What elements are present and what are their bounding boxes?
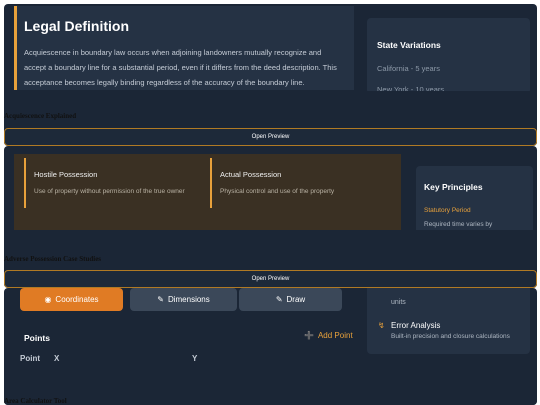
- open-preview-button[interactable]: Open Preview: [4, 128, 537, 146]
- definition-body: Acquiescence in boundary law occurs when…: [24, 48, 337, 87]
- tab-draw[interactable]: ✎ Draw: [239, 288, 342, 311]
- accent-stripe: [24, 158, 26, 208]
- tab-label: Draw: [286, 295, 306, 304]
- card-caption: Area Calculator Tool: [4, 397, 67, 405]
- element-heading: Hostile Possession: [34, 170, 98, 179]
- tab-label: Dimensions: [167, 295, 210, 304]
- open-preview-button[interactable]: Open Preview: [4, 270, 537, 288]
- key-principles-text: Required time varies by: [424, 221, 493, 228]
- preview-screenshot: ◉ Coordinates ✎ Dimensions ✎ Draw Points…: [4, 288, 537, 405]
- preview-screenshot: Legal Definition Acquiescence in boundar…: [4, 4, 537, 144]
- card-caption: Acquiescence Explained: [4, 112, 77, 120]
- tab-dimensions[interactable]: ✎ Dimensions: [130, 288, 237, 311]
- error-analysis-text: Built-in precision and closure calculati…: [391, 333, 510, 340]
- pencil-icon: ✎: [275, 295, 283, 304]
- card-overlay: [4, 374, 537, 405]
- preview-card-area-calculator: ◉ Coordinates ✎ Dimensions ✎ Draw Points…: [4, 288, 537, 405]
- points-heading: Points: [24, 333, 50, 343]
- definition-title: Legal Definition: [24, 18, 129, 34]
- card-caption: Adverse Possession Case Studies: [4, 255, 102, 263]
- preview-screenshot: Hostile Possession Use of property witho…: [4, 146, 537, 286]
- error-analysis-title: Error Analysis: [391, 321, 441, 330]
- preview-card-adverse-possession: Hostile Possession Use of property witho…: [4, 146, 537, 288]
- key-principles-title: Key Principles: [424, 182, 483, 192]
- accent-stripe: [210, 158, 212, 208]
- state-variations-panel: [367, 18, 530, 94]
- feature-units-text: units: [391, 299, 406, 306]
- plus-circle-icon: ➕: [304, 331, 314, 340]
- column-header-y: Y: [192, 354, 198, 363]
- pin-icon: ◉: [44, 295, 52, 304]
- element-heading: Actual Possession: [220, 170, 282, 179]
- accent-stripe: [14, 6, 17, 90]
- state-variations-title: State Variations: [377, 40, 441, 50]
- tab-label: Coordinates: [55, 295, 99, 304]
- add-point-label: Add Point: [317, 331, 353, 340]
- element-text: Use of property without permission of th…: [34, 188, 185, 195]
- column-header-x: X: [54, 354, 60, 363]
- tab-coordinates[interactable]: ◉ Coordinates: [20, 288, 123, 311]
- column-header-point: Point: [20, 354, 40, 363]
- key-principles-subtitle: Statutory Period: [424, 207, 471, 214]
- element-text: Physical control and use of the property: [220, 188, 335, 195]
- chart-icon: ↯: [378, 321, 385, 330]
- state-variation-item: California - 5 years: [377, 64, 440, 73]
- preview-card-acquiescence: Legal Definition Acquiescence in boundar…: [4, 4, 537, 146]
- ruler-icon: ✎: [157, 295, 164, 304]
- add-point-button[interactable]: ➕ Add Point: [304, 331, 353, 340]
